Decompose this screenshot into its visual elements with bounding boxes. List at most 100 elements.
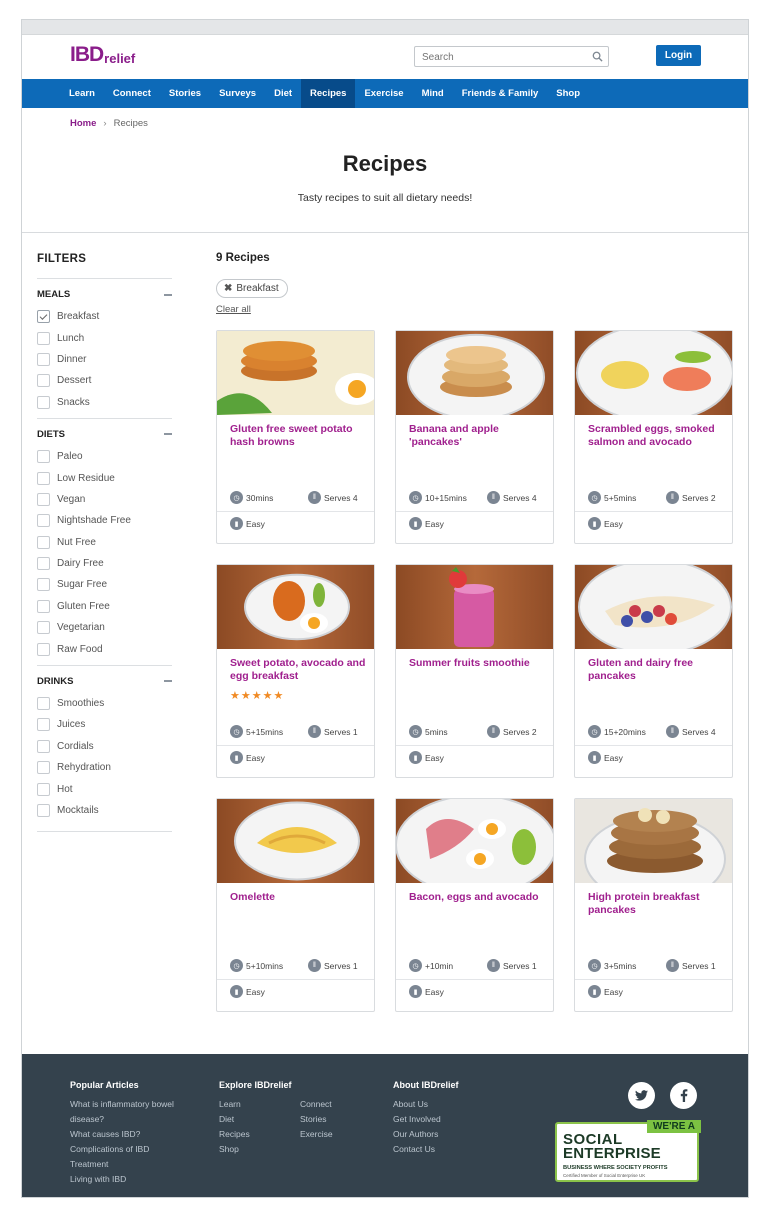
- nav-item-friends-family[interactable]: Friends & Family: [453, 79, 548, 108]
- recipe-title[interactable]: Omelette: [230, 891, 368, 904]
- filter-option-breakfast[interactable]: Breakfast: [37, 306, 172, 327]
- nav-item-exercise[interactable]: Exercise: [355, 79, 412, 108]
- recipe-card[interactable]: Gluten and dairy free pancakes ◷ 15+20mins…: [574, 564, 733, 778]
- recipe-title[interactable]: Gluten and dairy free pancakes: [588, 657, 726, 683]
- nav-item-shop[interactable]: Shop: [547, 79, 589, 108]
- filter-option-cordials[interactable]: Cordials: [37, 736, 172, 757]
- filter-option-sugar-free[interactable]: Sugar Free: [37, 574, 172, 595]
- active-filter-chip[interactable]: ✖ Breakfast: [216, 279, 288, 298]
- footer-link[interactable]: Complications of IBD: [70, 1142, 195, 1157]
- footer-link[interactable]: Living with IBD: [70, 1172, 195, 1187]
- filter-option-hot[interactable]: Hot: [37, 778, 172, 799]
- filter-checkbox[interactable]: [37, 804, 50, 817]
- recipe-title[interactable]: Bacon, eggs and avocado: [409, 891, 547, 904]
- filter-checkbox[interactable]: [37, 471, 50, 485]
- filter-checkbox[interactable]: [37, 782, 50, 796]
- collapse-minus-icon[interactable]: [164, 680, 172, 683]
- recipe-title[interactable]: Gluten free sweet potato hash browns: [230, 423, 368, 449]
- filter-checkbox[interactable]: [37, 642, 50, 656]
- facebook-icon[interactable]: [670, 1082, 697, 1109]
- filter-option-smoothies[interactable]: Smoothies: [37, 693, 172, 714]
- recipe-image-eggs-salmon[interactable]: [575, 331, 732, 415]
- filter-option-dinner[interactable]: Dinner: [37, 349, 172, 370]
- recipe-title[interactable]: Summer fruits smoothie: [409, 657, 547, 670]
- filter-option-vegan[interactable]: Vegan: [37, 489, 172, 510]
- recipe-card[interactable]: High protein breakfast pancakes ◷ 3+5mins ‖…: [574, 798, 733, 1012]
- filter-option-low-residue[interactable]: Low Residue: [37, 467, 172, 488]
- search-icon[interactable]: [592, 51, 603, 62]
- filter-option-gluten-free[interactable]: Gluten Free: [37, 596, 172, 617]
- collapse-minus-icon[interactable]: [164, 293, 172, 296]
- filter-checkbox[interactable]: [37, 514, 50, 528]
- filter-section-header[interactable]: DRINKS: [37, 676, 172, 687]
- recipe-card[interactable]: Banana and apple 'pancakes' ◷ 10+15mins ‖ Se…: [395, 330, 554, 544]
- filter-option-dessert[interactable]: Dessert: [37, 370, 172, 391]
- social-enterprise-badge[interactable]: WE'RE A SOCIAL ENTERPRISE BUSINESS WHERE…: [555, 1120, 701, 1182]
- recipe-image-hash-browns[interactable]: [217, 331, 374, 415]
- filter-checkbox[interactable]: [37, 599, 50, 613]
- recipe-title[interactable]: Scrambled eggs, smoked salmon and avocad…: [588, 423, 726, 449]
- footer-link[interactable]: Connect: [300, 1097, 333, 1112]
- recipe-image-omelette[interactable]: [217, 799, 374, 883]
- nav-item-diet[interactable]: Diet: [265, 79, 301, 108]
- recipe-title[interactable]: Sweet potato, avocado and egg breakfast: [230, 657, 368, 683]
- filter-option-mocktails[interactable]: Mocktails: [37, 800, 172, 821]
- recipe-card[interactable]: Omelette ◷ 5+10mins ‖ Serves 1 ▮ Easy: [216, 798, 375, 1012]
- filter-checkbox[interactable]: [37, 374, 50, 388]
- footer-link[interactable]: Recipes: [219, 1127, 300, 1142]
- remove-filter-icon[interactable]: ✖: [224, 283, 232, 294]
- recipe-card[interactable]: Bacon, eggs and avocado ◷ +10min ‖ Serves 1 ▮…: [395, 798, 554, 1012]
- collapse-minus-icon[interactable]: [164, 433, 172, 436]
- filter-option-juices[interactable]: Juices: [37, 714, 172, 735]
- recipe-title[interactable]: High protein breakfast pancakes: [588, 891, 726, 917]
- footer-link[interactable]: Exercise: [300, 1127, 333, 1142]
- clear-all-link[interactable]: Clear all: [216, 304, 251, 315]
- recipe-image-smoothie[interactable]: [396, 565, 553, 649]
- footer-link[interactable]: What is inflammatory bowel disease?: [70, 1097, 195, 1127]
- filter-checkbox[interactable]: [37, 761, 50, 775]
- recipe-card[interactable]: Scrambled eggs, smoked salmon and avocad…: [574, 330, 733, 544]
- filter-section-header[interactable]: MEALS: [37, 289, 172, 300]
- recipe-image-sweet-potato-egg[interactable]: [217, 565, 374, 649]
- nav-item-learn[interactable]: Learn: [60, 79, 104, 108]
- footer-link[interactable]: Get Involved: [393, 1112, 503, 1127]
- filter-checkbox[interactable]: [37, 739, 50, 753]
- filter-checkbox[interactable]: [37, 450, 50, 464]
- filter-checkbox[interactable]: [37, 718, 50, 732]
- nav-item-stories[interactable]: Stories: [160, 79, 210, 108]
- filter-checkbox[interactable]: [37, 352, 50, 366]
- footer-link[interactable]: Contact Us: [393, 1142, 503, 1157]
- recipe-image-bacon-eggs[interactable]: [396, 799, 553, 883]
- site-logo[interactable]: IBD relief: [70, 43, 135, 67]
- filter-option-lunch[interactable]: Lunch: [37, 327, 172, 348]
- filter-checkbox[interactable]: [37, 535, 50, 549]
- footer-link[interactable]: Our Authors: [393, 1127, 503, 1142]
- footer-link[interactable]: Stories: [300, 1112, 333, 1127]
- footer-link[interactable]: Treatment: [70, 1157, 195, 1172]
- nav-item-connect[interactable]: Connect: [104, 79, 160, 108]
- recipe-title[interactable]: Banana and apple 'pancakes': [409, 423, 547, 449]
- login-button[interactable]: Login: [656, 45, 701, 66]
- filter-checkbox[interactable]: [37, 621, 50, 635]
- breadcrumb-home-link[interactable]: Home: [70, 118, 96, 129]
- nav-item-mind[interactable]: Mind: [413, 79, 453, 108]
- filter-option-paleo[interactable]: Paleo: [37, 446, 172, 467]
- filter-option-dairy-free[interactable]: Dairy Free: [37, 553, 172, 574]
- filter-checkbox[interactable]: [37, 395, 50, 409]
- recipe-card[interactable]: Sweet potato, avocado and egg breakfast ★…: [216, 564, 375, 778]
- footer-link[interactable]: Shop: [219, 1142, 300, 1157]
- filter-option-nightshade-free[interactable]: Nightshade Free: [37, 510, 172, 531]
- filter-option-vegetarian[interactable]: Vegetarian: [37, 617, 172, 638]
- nav-item-recipes[interactable]: Recipes: [301, 79, 356, 108]
- filter-section-header[interactable]: DIETS: [37, 429, 172, 440]
- footer-link[interactable]: About Us: [393, 1097, 503, 1112]
- recipe-image-protein-pancakes[interactable]: [575, 799, 732, 883]
- filter-checkbox[interactable]: [37, 578, 50, 592]
- search-input[interactable]: [415, 48, 585, 67]
- filter-option-rehydration[interactable]: Rehydration: [37, 757, 172, 778]
- filter-checkbox[interactable]: [37, 331, 50, 345]
- recipe-image-pancakes[interactable]: [396, 331, 553, 415]
- filter-option-raw-food[interactable]: Raw Food: [37, 638, 172, 659]
- filter-option-nut-free[interactable]: Nut Free: [37, 532, 172, 553]
- footer-link[interactable]: Learn: [219, 1097, 300, 1112]
